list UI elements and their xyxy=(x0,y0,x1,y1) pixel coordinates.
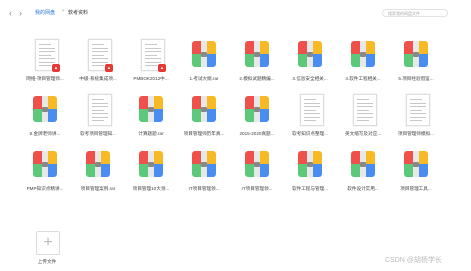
top-bar: ‹ › 我的网盘 › 软考资料 搜索我的网盘文件 xyxy=(0,0,471,30)
file-item[interactable]: 软件设计实用... xyxy=(338,148,388,206)
pdf-file-icon: ▲ xyxy=(136,38,166,72)
file-name: 英文缩写及对应... xyxy=(345,131,381,136)
file-item[interactable]: 项目管理师模拟... xyxy=(391,93,441,151)
file-item[interactable]: 项目管理10大领... xyxy=(126,148,176,206)
file-name: 项目管理10大领... xyxy=(132,186,170,191)
file-name: 项目管理师历年真... xyxy=(183,131,225,136)
breadcrumb-root[interactable]: 我的网盘 xyxy=(35,9,55,16)
plus-icon: + xyxy=(43,234,53,251)
file-item[interactable]: 3.信息安全相关... xyxy=(285,38,335,96)
file-item[interactable]: 4.软件工程相关... xyxy=(338,38,388,96)
file-item[interactable]: 软考项目管理知... xyxy=(73,93,123,151)
file-name: 网络-项目管理师... xyxy=(26,76,64,81)
file-name: 3.信息安全相关... xyxy=(292,76,328,81)
file-name: 软考知识点整理... xyxy=(292,131,328,136)
file-item[interactable]: 项目管理工具... xyxy=(391,148,441,206)
file-name: 6.金牌老师讲... xyxy=(29,131,61,136)
file-name: 1.考试大纲.rar xyxy=(189,76,219,81)
upload-label: 上传文件 xyxy=(37,259,57,264)
archive-icon xyxy=(242,38,272,72)
archive-icon xyxy=(401,38,431,72)
archive-icon xyxy=(348,38,378,72)
file-item[interactable]: IT项目管理领... xyxy=(179,148,229,206)
file-item[interactable]: ▲ 中级-系统集成项... xyxy=(73,38,123,96)
file-item[interactable]: 计算题题.rar xyxy=(126,93,176,151)
document-thumbnail-icon xyxy=(401,93,431,127)
search-input[interactable]: 搜索我的网盘文件 xyxy=(382,9,448,17)
file-item[interactable]: 软考知识点整理... xyxy=(285,93,335,151)
file-name: 4.软件工程相关... xyxy=(345,76,381,81)
archive-icon xyxy=(189,148,219,182)
archive-icon xyxy=(189,38,219,72)
file-name: 5.项目经验借鉴... xyxy=(398,76,434,81)
file-name: 软件设计实用... xyxy=(347,186,379,191)
file-name: PMBOK2012中... xyxy=(133,76,169,81)
file-item[interactable]: 5.项目经验借鉴... xyxy=(391,38,441,96)
breadcrumb-current: 软考资料 xyxy=(68,10,89,16)
pdf-file-icon: ▲ xyxy=(30,38,60,72)
file-name: 项目管理工具... xyxy=(400,186,432,191)
file-name: IT项目管理领... xyxy=(188,186,220,191)
file-name: 软考项目管理知... xyxy=(80,131,116,136)
archive-icon xyxy=(348,148,378,182)
archive-icon xyxy=(30,148,60,182)
file-item[interactable]: 2015-2020真题... xyxy=(232,93,282,151)
file-name: 项目管理师模拟... xyxy=(398,131,434,136)
back-arrow-icon[interactable]: ‹ xyxy=(9,8,12,18)
archive-icon xyxy=(295,38,325,72)
file-item[interactable]: 1.考试大纲.rar xyxy=(179,38,229,96)
document-thumbnail-icon xyxy=(83,93,113,127)
file-name: 软件工程与管理... xyxy=(292,186,328,191)
document-thumbnail-icon xyxy=(295,93,325,127)
file-name: 中级-系统集成项... xyxy=(79,76,117,81)
file-name: 项目管理案例.rar xyxy=(80,186,116,191)
archive-icon xyxy=(242,148,272,182)
file-item[interactable]: ▲ 网络-项目管理师... xyxy=(20,38,70,96)
file-name: PMP知识点精讲... xyxy=(26,186,64,191)
file-item[interactable]: 项目管理案例.rar xyxy=(73,148,123,206)
pdf-file-icon: ▲ xyxy=(83,38,113,72)
file-item[interactable]: 软件工程与管理... xyxy=(285,148,335,206)
archive-icon xyxy=(83,148,113,182)
file-item[interactable]: IT项目管理领... xyxy=(232,148,282,206)
archive-icon xyxy=(136,93,166,127)
archive-icon xyxy=(295,148,325,182)
file-item[interactable]: PMP知识点精讲... xyxy=(20,148,70,206)
file-name: 2015-2020真题... xyxy=(239,131,275,136)
file-name: 2.模拟试题精编... xyxy=(239,76,275,81)
file-name: IT项目管理领... xyxy=(241,186,273,191)
archive-icon xyxy=(242,93,272,127)
watermark: CSDN @胡杨学长 xyxy=(385,257,442,264)
document-thumbnail-icon xyxy=(348,93,378,127)
file-item[interactable]: ▲ PMBOK2012中... xyxy=(126,38,176,96)
file-name: 计算题题.rar xyxy=(138,131,164,136)
file-item[interactable]: 英文缩写及对应... xyxy=(338,93,388,151)
file-item[interactable]: 2.模拟试题精编... xyxy=(232,38,282,96)
archive-icon xyxy=(30,93,60,127)
archive-icon xyxy=(401,148,431,182)
breadcrumb-separator: › xyxy=(62,8,64,14)
archive-icon xyxy=(189,93,219,127)
upload-button[interactable]: + xyxy=(36,231,60,255)
file-item[interactable]: 6.金牌老师讲... xyxy=(20,93,70,151)
file-item[interactable]: 项目管理师历年真... xyxy=(179,93,229,151)
archive-icon xyxy=(136,148,166,182)
forward-arrow-icon[interactable]: › xyxy=(19,8,22,18)
